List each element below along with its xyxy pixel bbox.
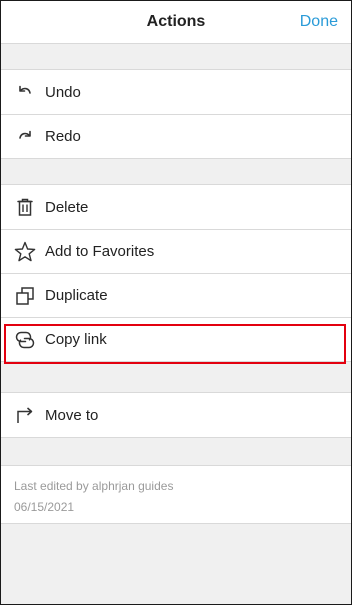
- add-to-favorites-label: Add to Favorites: [45, 243, 155, 260]
- copy-link-button[interactable]: Copy link: [1, 317, 351, 361]
- redo-label: Redo: [45, 128, 81, 145]
- delete-label: Delete: [45, 198, 89, 216]
- undo-button[interactable]: Undo: [1, 70, 351, 114]
- link-icon: [14, 329, 36, 351]
- edit-group: Delete Add to Favorites Duplicate Copy l…: [1, 184, 351, 362]
- last-edited-date: 06/15/2021: [14, 500, 75, 514]
- move-group: Move to: [1, 392, 351, 438]
- header: Actions Done: [1, 1, 351, 44]
- duplicate-label: Duplicate: [45, 287, 108, 304]
- page-title: Actions: [146, 13, 206, 30]
- delete-button[interactable]: Delete: [1, 185, 351, 229]
- history-group: Undo Redo: [1, 69, 351, 159]
- redo-icon: [14, 126, 36, 148]
- redo-button[interactable]: Redo: [1, 114, 351, 158]
- move-to-icon: [14, 404, 36, 426]
- duplicate-icon: [14, 285, 36, 307]
- add-to-favorites-button[interactable]: Add to Favorites: [1, 229, 351, 273]
- file-info: Last edited by alphrjan guides 06/15/202…: [1, 465, 351, 524]
- section-gap: [1, 438, 351, 465]
- section-gap: [1, 44, 351, 69]
- actions-sheet: Actions Done Undo Redo Delete Add to Fav…: [0, 0, 352, 605]
- last-edited-text: Last edited by alphrjan guides: [14, 479, 174, 493]
- move-to-button[interactable]: Move to: [1, 393, 351, 437]
- copy-link-label: Copy link: [45, 331, 107, 348]
- undo-label: Undo: [45, 83, 81, 101]
- done-button[interactable]: Done: [300, 1, 338, 43]
- trash-icon: [14, 196, 36, 218]
- section-gap: [1, 159, 351, 184]
- duplicate-button[interactable]: Duplicate: [1, 273, 351, 317]
- star-icon: [14, 241, 36, 263]
- move-to-label: Move to: [45, 406, 99, 424]
- section-gap: [1, 362, 351, 392]
- undo-icon: [14, 81, 36, 103]
